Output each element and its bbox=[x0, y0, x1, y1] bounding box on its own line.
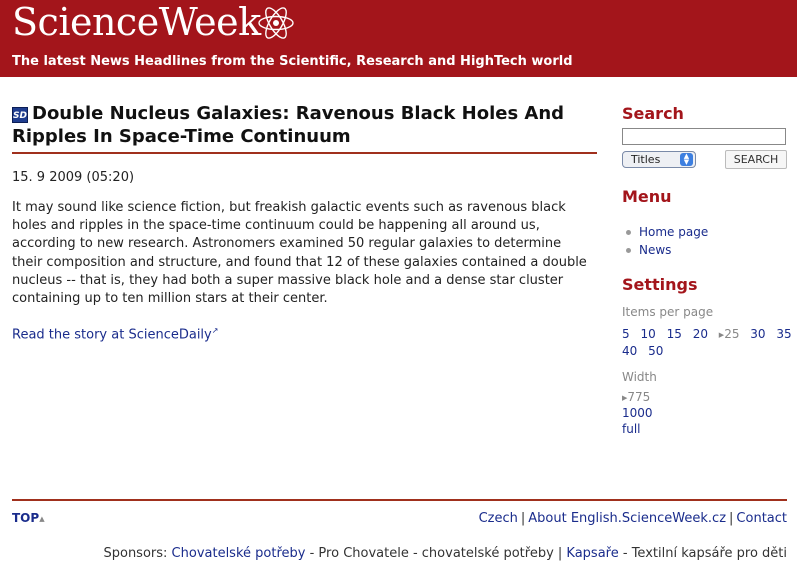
items-per-page-5[interactable]: 5 bbox=[622, 327, 630, 341]
sponsor-link-1[interactable]: Chovatelské potřeby bbox=[172, 546, 306, 561]
sponsors-label: Sponsors: bbox=[103, 546, 168, 561]
atom-icon bbox=[258, 7, 294, 39]
search-scope-select[interactable]: Titles ▲ ▼ bbox=[622, 151, 696, 168]
width-full[interactable]: full bbox=[622, 422, 641, 436]
top-label: TOP bbox=[12, 511, 40, 525]
width-current-value: 775 bbox=[627, 390, 651, 404]
items-per-page-label: Items per page bbox=[622, 305, 714, 319]
site-logo-text[interactable]: ScienceWeek bbox=[12, 0, 261, 44]
footer-links: Czech | About English.ScienceWeek.cz | Conta… bbox=[479, 511, 787, 526]
external-link-icon: ↗ bbox=[211, 326, 219, 335]
article-body: It may sound like science fiction, but f… bbox=[12, 200, 587, 307]
sponsor-2-description: - Textilní kapsáře pro děti bbox=[622, 546, 787, 561]
items-per-page-row-2: 40 50 bbox=[622, 344, 670, 358]
width-1000[interactable]: 1000 bbox=[622, 406, 653, 420]
items-per-page-20[interactable]: 20 bbox=[693, 327, 708, 341]
arrow-up-icon: ▲ bbox=[39, 515, 45, 523]
settings-heading: Settings bbox=[622, 275, 698, 294]
items-per-page-35[interactable]: 35 bbox=[776, 327, 791, 341]
search-input[interactable] bbox=[622, 128, 786, 145]
items-per-page-50[interactable]: 50 bbox=[648, 344, 663, 358]
width-current: ▶775 bbox=[622, 390, 650, 404]
menu-list: Home page News bbox=[622, 223, 708, 259]
items-per-page-30[interactable]: 30 bbox=[750, 327, 765, 341]
items-per-page-10[interactable]: 10 bbox=[640, 327, 655, 341]
footer-divider bbox=[12, 499, 787, 501]
search-scope-value: Titles bbox=[631, 153, 661, 166]
select-arrows-icon: ▲ ▼ bbox=[680, 153, 693, 166]
search-button[interactable]: SEARCH bbox=[725, 150, 787, 169]
title-divider bbox=[12, 152, 597, 154]
read-story-link[interactable]: Read the story at ScienceDaily↗ bbox=[12, 326, 218, 342]
items-per-page-15[interactable]: 15 bbox=[667, 327, 682, 341]
article-title: SD Double Nucleus Galaxies: Ravenous Blac… bbox=[12, 102, 597, 148]
items-per-page-row-1: 5 10 15 20 ▶25 30 35 bbox=[622, 327, 797, 341]
menu-link-home[interactable]: Home page bbox=[639, 225, 708, 239]
footer-link-contact[interactable]: Contact bbox=[736, 511, 787, 526]
back-to-top-link[interactable]: TOP▲ bbox=[12, 511, 45, 525]
footer-separator: | bbox=[729, 511, 734, 526]
menu-heading: Menu bbox=[622, 187, 672, 206]
read-story-label: Read the story at ScienceDaily bbox=[12, 327, 212, 343]
items-per-page-current-value: 25 bbox=[724, 327, 740, 341]
sponsor-link-2[interactable]: Kapsaře bbox=[566, 546, 618, 561]
site-tagline: The latest News Headlines from the Scien… bbox=[12, 54, 573, 69]
footer-link-about[interactable]: About English.ScienceWeek.cz bbox=[528, 511, 726, 526]
menu-link-news[interactable]: News bbox=[639, 243, 671, 257]
footer-link-czech[interactable]: Czech bbox=[479, 511, 518, 526]
sciencedaily-source-icon: SD bbox=[12, 107, 28, 123]
search-heading: Search bbox=[622, 104, 684, 123]
items-per-page-current: ▶25 bbox=[719, 327, 740, 341]
sponsor-1-description: - Pro Chovatele - chovatelské potřeby | bbox=[309, 546, 563, 561]
items-per-page-40[interactable]: 40 bbox=[622, 344, 637, 358]
article-date: 15. 9 2009 (05:20) bbox=[12, 170, 135, 185]
site-header: ScienceWeek The latest News Headlines fr… bbox=[0, 0, 797, 77]
width-label: Width bbox=[622, 370, 657, 384]
sponsors-line: Sponsors: Chovatelské potřeby - Pro Chov… bbox=[103, 546, 787, 561]
menu-item-news: News bbox=[622, 241, 708, 259]
article-title-text: Double Nucleus Galaxies: Ravenous Black … bbox=[12, 103, 565, 147]
menu-item-home: Home page bbox=[622, 223, 708, 241]
footer-separator: | bbox=[520, 511, 526, 526]
